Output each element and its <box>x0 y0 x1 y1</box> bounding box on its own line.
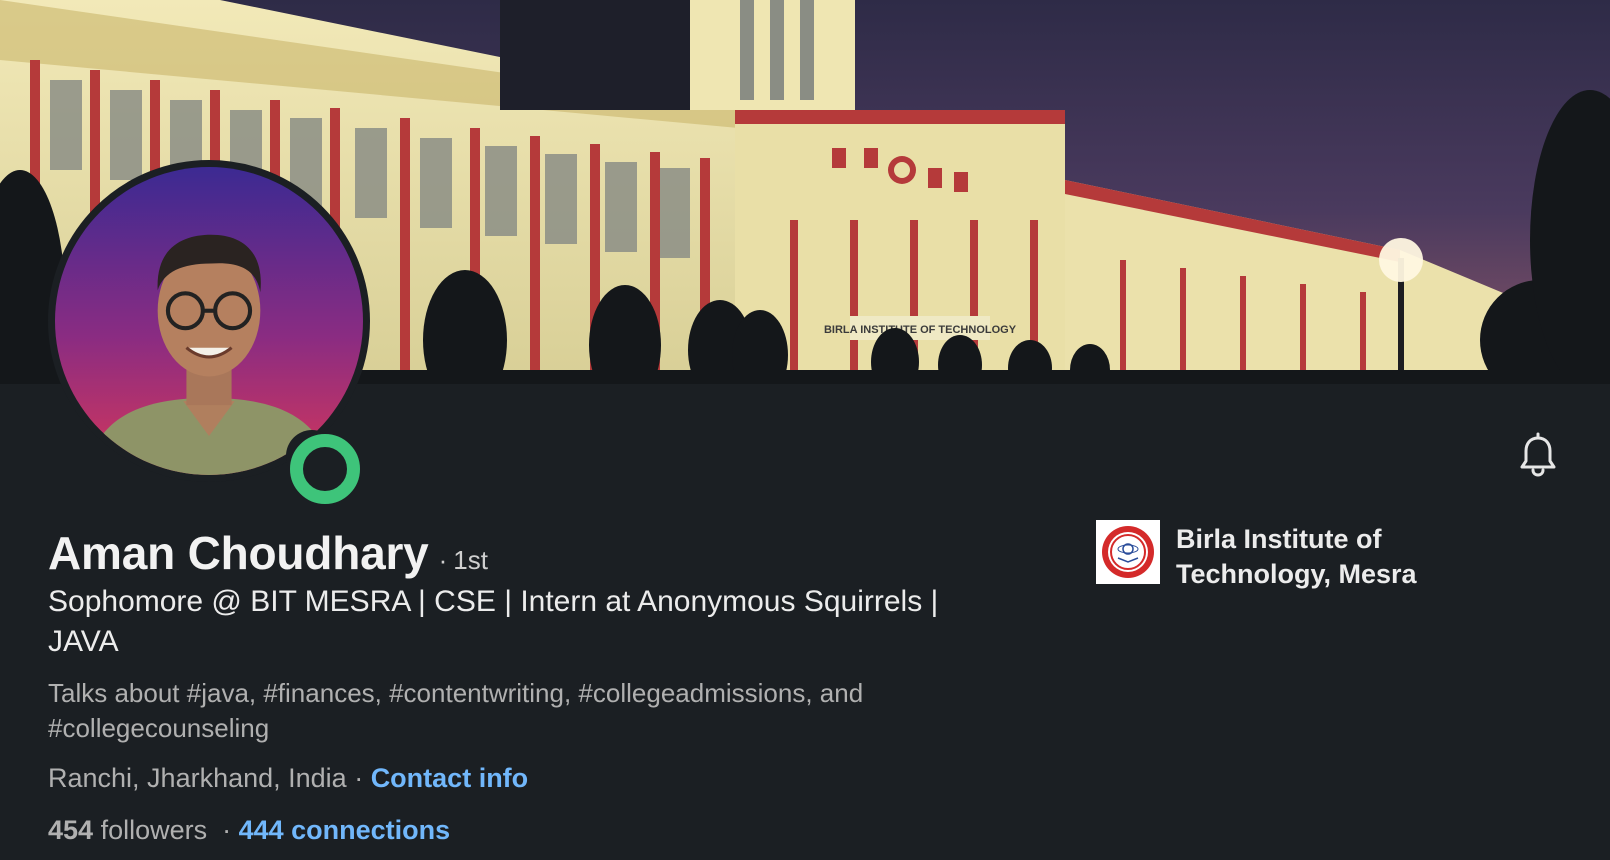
profile-name: Aman Choudhary <box>48 527 429 579</box>
university-seal-icon <box>1096 520 1160 584</box>
education-name: Birla Institute of Technology, Mesra <box>1176 524 1417 589</box>
stats-row: 454 followers · 444 connections <box>48 815 450 846</box>
profile-headline: Sophomore @ BIT MESRA | CSE | Intern at … <box>48 585 939 658</box>
online-status-icon <box>286 430 360 504</box>
education-entry[interactable]: Birla Institute of Technology, Mesra <box>1096 520 1476 592</box>
connections-link[interactable]: 444 connections <box>239 815 451 845</box>
bell-icon[interactable] <box>1514 432 1562 480</box>
stats-separator: · <box>207 815 239 845</box>
avatar-photo <box>55 167 363 475</box>
name-row: Aman Choudhary · 1st <box>48 526 488 580</box>
followers-label: followers <box>93 815 208 845</box>
profile-location: Ranchi, Jharkhand, India <box>48 763 347 793</box>
location-row: Ranchi, Jharkhand, India · Contact info <box>48 763 528 794</box>
location-separator: · <box>346 763 371 793</box>
building-sign: BIRLA INSTITUTE OF TECHNOLOGY <box>824 324 1017 336</box>
degree-separator: · <box>438 545 448 575</box>
contact-info-link[interactable]: Contact info <box>371 763 528 793</box>
talks-about: Talks about #java, #finances, #contentwr… <box>48 678 864 743</box>
connection-degree: 1st <box>453 545 488 575</box>
followers-count: 454 <box>48 815 94 845</box>
